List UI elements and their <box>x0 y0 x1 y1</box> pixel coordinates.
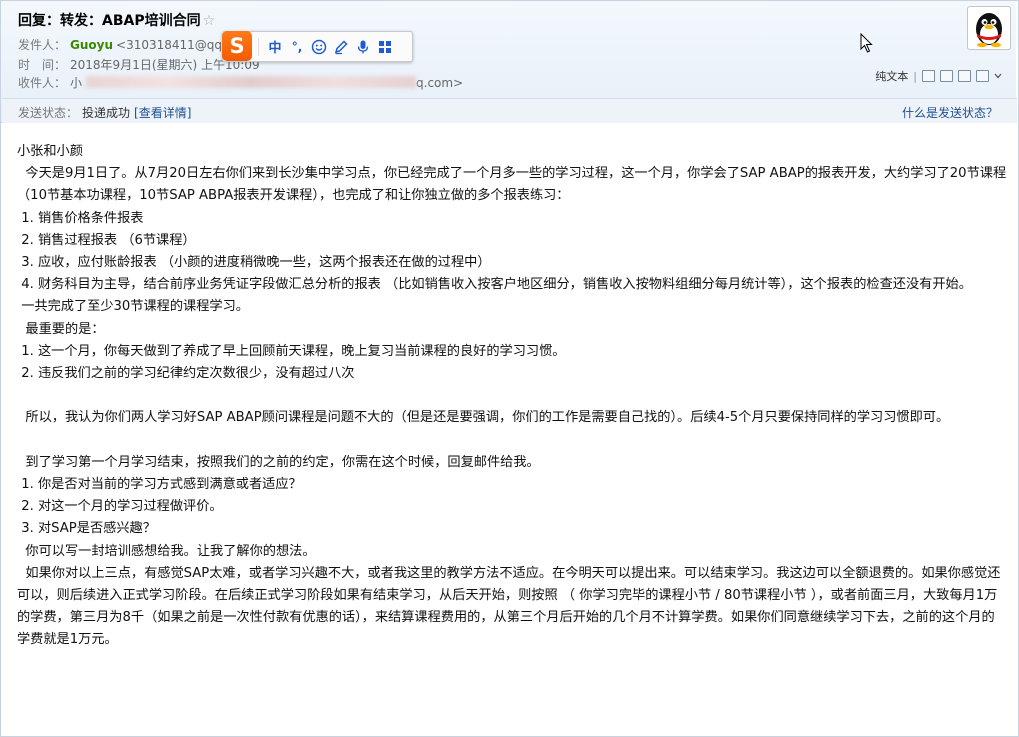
body-list-item: 1. 你是否对当前的学习方式感到满意或者适应？ <box>17 477 302 493</box>
email-body: 小张和小颜 今天是9月1日了。从7月20日左右你们来到长沙集中学习点，你已经完成… <box>17 141 1007 652</box>
new-window-icon[interactable] <box>922 70 935 82</box>
body-paragraph: 所以，我认为你们两人学习好SAP ABAP顾问课程是问题不大的（但是还是要强调，… <box>17 410 950 426</box>
email-header: 回复：转发：ABAP培训合同 ☆ 发件人： Guoyu <310318411@qq 时… <box>1 1 1017 123</box>
handwriting-icon[interactable] <box>330 39 352 55</box>
body-paragraph: 今天是9月1日了。从7月20日左右你们来到长沙集中学习点，你已经完成了一个月多一… <box>17 166 1007 204</box>
sogou-logo-icon[interactable]: S <box>222 30 252 61</box>
emoji-icon[interactable] <box>308 39 330 55</box>
chevron-down-icon[interactable] <box>994 72 1002 80</box>
chinese-mode-button[interactable]: 中 <box>264 37 286 56</box>
penguin-icon <box>976 13 1002 48</box>
delivery-status-bar: 发送状态： 投递成功 [查看详情] 什么是发送状态？ <box>2 98 1017 123</box>
subject-text: 回复：转发：ABAP培训合同 <box>18 13 201 29</box>
recipient-address-end: q.com> <box>416 76 464 90</box>
email-subject: 回复：转发：ABAP培训合同 ☆ <box>18 10 215 30</box>
body-list-item: 2. 销售过程报表 （6节课程） <box>17 232 196 248</box>
mouse-cursor-icon <box>860 32 874 57</box>
time-label: 时 间： <box>18 58 67 72</box>
to-label: 收件人： <box>18 76 67 90</box>
from-row: 发件人： Guoyu <310318411@qq <box>18 36 222 53</box>
body-list-item: 1. 销售价格条件报表 <box>17 210 144 226</box>
recipient-name[interactable]: 小 <box>70 76 82 90</box>
sender-name[interactable]: Guoyu <box>70 38 113 52</box>
avatar[interactable] <box>967 6 1011 50</box>
status-help-link[interactable]: 什么是发送状态？ <box>902 104 998 121</box>
status-left: 发送状态： 投递成功 [查看详情] <box>18 104 191 121</box>
punctuation-button[interactable]: °, <box>286 40 308 54</box>
microphone-icon[interactable] <box>352 39 374 55</box>
actions-divider: | <box>913 69 917 83</box>
body-list-item: 4. 财务科目为主导，结合前序业务凭证字段做汇总分析的报表 （比如销售收入按客户… <box>17 277 972 293</box>
toolbox-grid-icon[interactable] <box>374 40 396 54</box>
body-list-item: 3. 应收，应付账龄报表 （小颜的进度稍微晚一些，这两个报表还在做的过程中） <box>17 255 491 271</box>
body-paragraph: 如果你对以上三点，有感觉SAP太难，或者学习兴趣不大，或者我这里的教学方法不适应… <box>17 565 1001 648</box>
toolbar-divider <box>258 37 259 56</box>
sender-address: <310318411@qq <box>116 38 223 52</box>
body-paragraph: 到了学习第一个月学习结束，按照我们的之前的约定，你需在这个时候，回复邮件给我。 <box>17 454 540 470</box>
body-list-item: 2. 违反我们之前的学习纪律约定次数很少，没有超过八次 <box>17 366 355 382</box>
body-list-item: 2. 对这一个月的学习过程做评价。 <box>17 499 223 515</box>
to-row: 收件人：小 q.com> <box>18 74 463 91</box>
plain-text-link[interactable]: 纯文本 <box>875 68 908 84</box>
header-actions: 纯文本 | <box>875 68 1002 84</box>
body-paragraph: 最重要的是： <box>17 321 105 337</box>
copy-icon[interactable] <box>958 70 971 82</box>
from-label: 发件人： <box>18 38 67 52</box>
status-value: 投递成功 <box>82 106 131 120</box>
body-paragraph: 你可以写一封培训感想给我。让我了解你的想法。 <box>17 543 316 559</box>
body-paragraph: 一共完成了至少30节课程的课程学习。 <box>17 299 249 315</box>
shrink-icon[interactable] <box>940 70 953 82</box>
redacted-recipient <box>86 76 417 88</box>
body-list-item: 3. 对SAP是否感兴趣？ <box>17 521 156 537</box>
print-icon[interactable] <box>976 70 989 82</box>
body-paragraph: 小张和小颜 <box>17 144 83 159</box>
status-label: 发送状态： <box>18 106 79 120</box>
status-details-link[interactable]: [查看详情] <box>134 106 191 120</box>
body-list-item: 1. 这一个月，你每天做到了养成了早上回顾前天课程，晚上复习当前课程的良好的学习… <box>17 343 566 359</box>
ime-toolbar: S 中 °, <box>222 30 413 62</box>
star-icon[interactable]: ☆ <box>203 13 216 29</box>
